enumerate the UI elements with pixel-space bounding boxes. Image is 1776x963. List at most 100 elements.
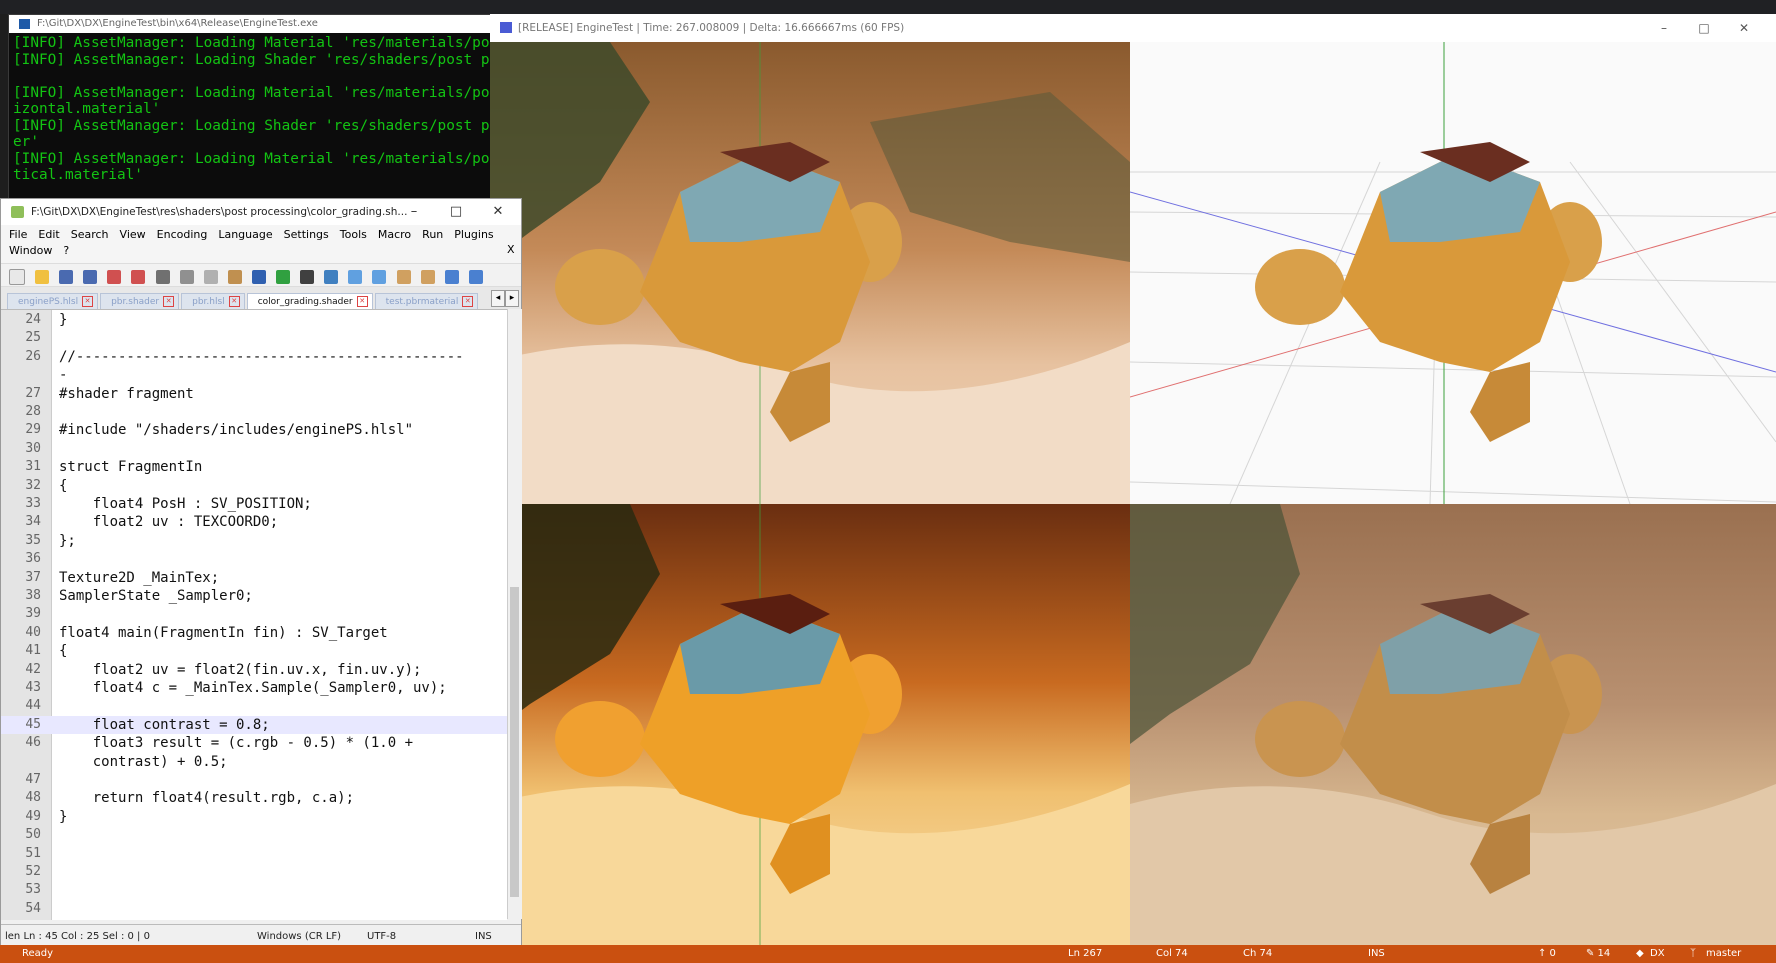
close-document-button[interactable]: X bbox=[507, 243, 515, 256]
scrollbar-thumb[interactable] bbox=[510, 587, 519, 897]
notepad-close-button[interactable]: ✕ bbox=[479, 199, 517, 225]
save-icon[interactable] bbox=[59, 269, 74, 284]
close-file-icon[interactable] bbox=[107, 269, 122, 284]
menu-item-window[interactable]: Window bbox=[9, 243, 52, 259]
minimize-button[interactable]: – bbox=[1644, 14, 1684, 42]
notepad-minimize-button[interactable]: – bbox=[395, 199, 433, 225]
viewport-bottom-left[interactable] bbox=[490, 504, 1130, 949]
console-title-bar[interactable]: F:\Git\DX\DX\EngineTest\bin\x64\Release\… bbox=[9, 15, 493, 33]
save-all-icon[interactable] bbox=[83, 269, 98, 284]
new-file-icon[interactable] bbox=[9, 268, 25, 285]
console-window[interactable]: F:\Git\DX\DX\EngineTest\bin\x64\Release\… bbox=[8, 14, 494, 206]
engine-title-bar[interactable]: [RELEASE] EngineTest | Time: 267.008009 … bbox=[490, 14, 1776, 43]
close-button[interactable]: ✕ bbox=[1724, 14, 1764, 42]
open-folder-icon[interactable] bbox=[35, 269, 50, 284]
code-line: 37 Texture2D _MainTex; bbox=[1, 569, 507, 587]
vertical-scrollbar[interactable] bbox=[507, 309, 522, 919]
tab-close-icon[interactable]: ✕ bbox=[462, 296, 474, 307]
replace-icon[interactable] bbox=[324, 269, 339, 284]
code-text: } bbox=[59, 312, 68, 328]
status-repo[interactable]: DX bbox=[1650, 945, 1665, 963]
code-editor[interactable]: 24} 25 26//-------------------------------… bbox=[1, 309, 507, 920]
menu-item-file[interactable]: File bbox=[9, 227, 27, 243]
status-changes-count[interactable]: ✎ 14 bbox=[1586, 945, 1610, 963]
redo-icon[interactable] bbox=[276, 269, 291, 284]
code-line: 54 bbox=[1, 900, 507, 918]
tab-label: color_grading.shader bbox=[257, 297, 353, 307]
line-number: 43 bbox=[25, 680, 41, 695]
code-text: { bbox=[59, 477, 68, 494]
line-number: 50 bbox=[25, 827, 41, 843]
undo-icon[interactable] bbox=[251, 269, 266, 284]
status-ln: Ln 267 bbox=[1068, 948, 1103, 959]
show-symbols-icon[interactable] bbox=[468, 269, 483, 284]
console-title: F:\Git\DX\DX\EngineTest\bin\x64\Release\… bbox=[37, 18, 318, 29]
notepad-maximize-button[interactable]: □ bbox=[437, 199, 475, 225]
menu-item-run[interactable]: Run bbox=[422, 227, 443, 243]
code-line: - bbox=[1, 366, 507, 384]
code-line: 33 float4 PosH : SV_POSITION; bbox=[1, 495, 507, 513]
close-all-icon[interactable] bbox=[131, 269, 146, 284]
status-push-count[interactable]: ↑ 0 bbox=[1538, 945, 1556, 963]
code-line: 28 bbox=[1, 403, 507, 421]
line-number: 48 bbox=[25, 790, 41, 806]
print-icon[interactable] bbox=[155, 269, 170, 284]
engine-window[interactable]: [RELEASE] EngineTest | Time: 267.008009 … bbox=[490, 14, 1776, 949]
code-line: 50 bbox=[1, 826, 507, 844]
tab-pbr-hlsl[interactable]: pbr.hlsl ✕ bbox=[181, 293, 245, 309]
tab-scroll-right-button[interactable]: ▸ bbox=[505, 290, 519, 307]
maximize-button[interactable]: □ bbox=[1684, 14, 1724, 42]
tab-close-icon[interactable]: ✕ bbox=[356, 296, 368, 307]
line-number: 39 bbox=[25, 606, 41, 622]
word-wrap-icon[interactable] bbox=[420, 269, 435, 284]
ide-status-bar: Ready Ln 267 Col 74 Ch 74 INS ↑ 0 ✎ 14 ◆… bbox=[0, 945, 1776, 963]
code-text: }; bbox=[59, 532, 76, 549]
code-line: 34 float2 uv : TEXCOORD0; bbox=[1, 513, 507, 531]
line-number: 31 bbox=[25, 459, 41, 475]
indent-guide-icon[interactable] bbox=[444, 269, 459, 284]
viewport-top-left[interactable] bbox=[490, 42, 1130, 504]
paste-icon[interactable] bbox=[227, 269, 242, 284]
tab-scroll-left-button[interactable]: ◂ bbox=[491, 290, 505, 307]
code-line: 51 bbox=[1, 845, 507, 863]
tab-close-icon[interactable]: ✕ bbox=[228, 296, 240, 307]
tab-engineps-hlsl[interactable]: enginePS.hlsl ✕ bbox=[7, 293, 99, 309]
code-line: 41 { bbox=[1, 642, 507, 660]
menu-item-plugins[interactable]: Plugins bbox=[454, 227, 493, 243]
code-line: 49} bbox=[1, 808, 507, 826]
tab-close-icon[interactable]: ✕ bbox=[82, 296, 94, 307]
tab-label: pbr.shader bbox=[111, 297, 160, 307]
find-icon[interactable] bbox=[300, 269, 315, 284]
diamond-icon: ◆ bbox=[1636, 948, 1644, 959]
console-line: [INFO] AssetManager: Loading Material 'r… bbox=[13, 150, 493, 167]
sync-scroll-icon[interactable] bbox=[396, 269, 411, 284]
menu-item-edit[interactable]: Edit bbox=[38, 227, 59, 243]
tab-test-pbrmaterial[interactable]: test.pbrmaterial ✕ bbox=[374, 293, 479, 309]
menu-item-settings[interactable]: Settings bbox=[284, 227, 329, 243]
notepad-title: F:\Git\DX\DX\EngineTest\res\shaders\post… bbox=[31, 206, 408, 218]
zoom-in-icon[interactable] bbox=[348, 269, 363, 284]
menu-item-encoding[interactable]: Encoding bbox=[157, 227, 208, 243]
tab-pbr-shader[interactable]: pbr.shader ✕ bbox=[100, 293, 180, 309]
menu-item-macro[interactable]: Macro bbox=[378, 227, 411, 243]
console-line: [INFO] AssetManager: Loading Material 'r… bbox=[13, 35, 493, 51]
menu-item-[interactable]: ? bbox=[63, 243, 69, 259]
menu-item-search[interactable]: Search bbox=[71, 227, 109, 243]
tab-close-icon[interactable]: ✕ bbox=[163, 296, 175, 307]
menu-item-tools[interactable]: Tools bbox=[340, 227, 367, 243]
notepad-window[interactable]: F:\Git\DX\DX\EngineTest\res\shaders\post… bbox=[0, 198, 522, 950]
viewport-bottom-right[interactable] bbox=[1130, 504, 1776, 949]
tab-color-grading-shader[interactable]: color_grading.shader ✕ bbox=[246, 293, 373, 309]
copy-icon[interactable] bbox=[203, 269, 218, 284]
code-line: 53 bbox=[1, 881, 507, 899]
viewport-top-right[interactable] bbox=[1130, 42, 1776, 504]
code-line: 39 bbox=[1, 605, 507, 623]
notepad-title-bar[interactable]: F:\Git\DX\DX\EngineTest\res\shaders\post… bbox=[1, 199, 521, 225]
line-number: 37 bbox=[25, 569, 41, 585]
cut-icon[interactable] bbox=[179, 269, 194, 284]
menu-item-language[interactable]: Language bbox=[218, 227, 272, 243]
status-branch[interactable]: master bbox=[1706, 945, 1741, 963]
zoom-out-icon[interactable] bbox=[372, 269, 387, 284]
menu-item-view[interactable]: View bbox=[120, 227, 146, 243]
status-ins: INS bbox=[1368, 948, 1385, 959]
